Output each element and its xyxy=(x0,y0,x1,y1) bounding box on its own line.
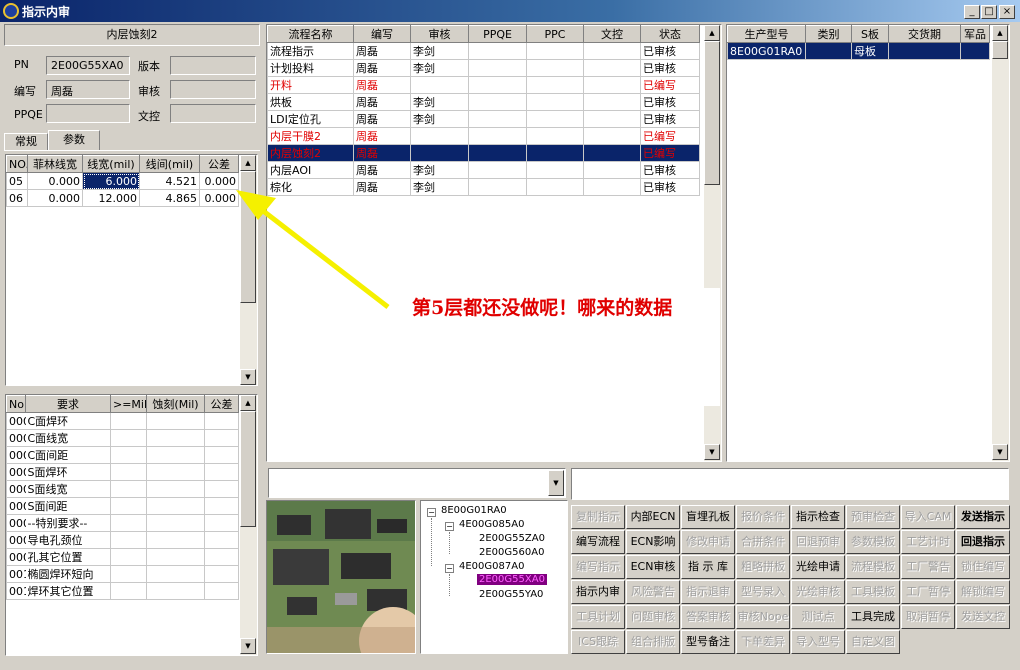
annotation-text: 第5层都还没做呢！哪来的数据 xyxy=(412,297,673,319)
arrow-shaft xyxy=(260,208,390,309)
